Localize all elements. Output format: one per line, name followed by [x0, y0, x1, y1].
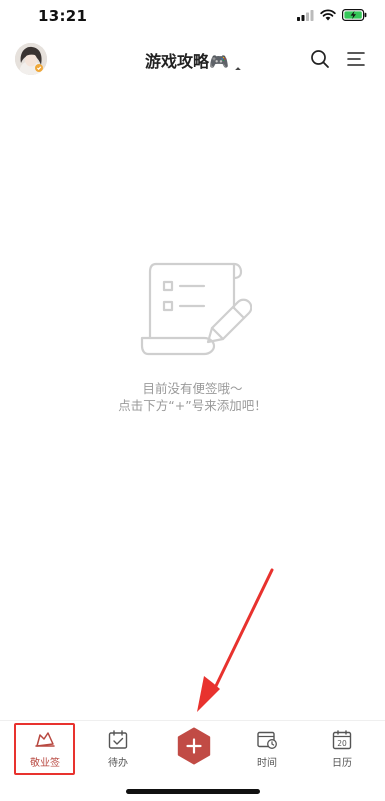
calendar-day-number: 20: [337, 739, 347, 748]
title-dropdown-caret-icon[interactable]: [235, 67, 241, 73]
home-indicator[interactable]: [126, 789, 260, 794]
active-tab-highlight-box: [14, 723, 75, 775]
tab-time-label: 时间: [257, 758, 277, 769]
status-time: 13:21: [38, 7, 88, 25]
battery-charging-icon: [342, 9, 367, 21]
empty-message-line1: 目前没有便签哦～: [142, 381, 243, 396]
tab-todo-label: 待办: [108, 758, 128, 769]
empty-message-line2: 点击下方“+”号来添加吧！: [118, 398, 267, 413]
calendar-icon: 20: [332, 730, 352, 750]
tab-calendar-label: 日历: [332, 758, 352, 769]
status-bar: 13:21: [0, 0, 385, 34]
tab-time[interactable]: 时间: [232, 721, 302, 773]
time-calendar-icon: [257, 731, 277, 749]
menu-icon[interactable]: [344, 47, 368, 71]
todo-calendar-check-icon: [108, 730, 128, 749]
search-icon[interactable]: [308, 47, 332, 71]
add-note-button[interactable]: [175, 727, 213, 765]
page-title[interactable]: 游戏攻略🎮: [145, 48, 229, 72]
tab-todo[interactable]: 待办: [83, 721, 153, 773]
tab-calendar[interactable]: 20 日历: [307, 721, 377, 773]
cellular-signal-icon: [297, 9, 314, 21]
status-icons: [297, 9, 367, 21]
empty-notes-illustration-icon: [140, 262, 252, 356]
wifi-icon: [320, 9, 336, 21]
header: 游戏攻略🎮: [0, 38, 385, 82]
